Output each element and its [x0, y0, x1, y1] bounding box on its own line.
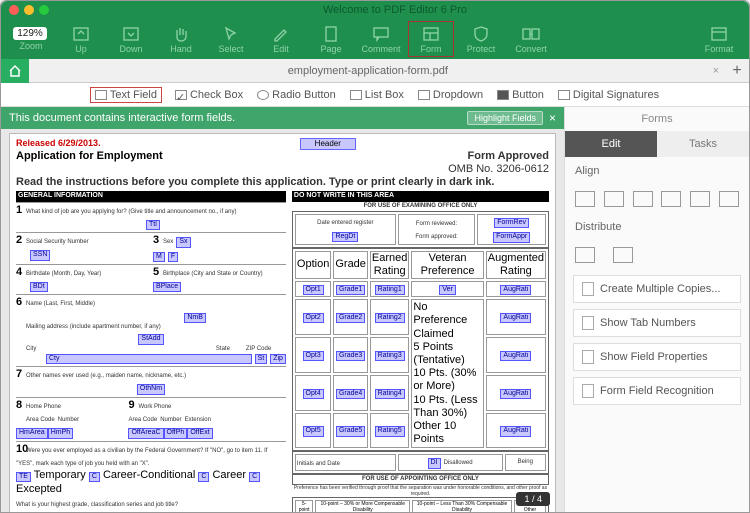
create-copies-item[interactable]: Create Multiple Copies... — [573, 275, 741, 303]
banner-close[interactable]: × — [549, 111, 556, 125]
main-toolbar: 129% Zoom Up Down Hand Select Edit Page … — [1, 19, 749, 59]
edit-tool[interactable]: Edit — [257, 20, 305, 58]
header-field[interactable]: Header — [300, 138, 356, 150]
page-indicator: 1 / 4 — [516, 492, 550, 506]
align-label: Align — [565, 157, 749, 185]
tab-bar: employment-application-form.pdf × + — [1, 59, 749, 83]
comment-tool[interactable]: Comment — [357, 20, 405, 58]
select-tool[interactable]: Select — [207, 20, 255, 58]
document-tab[interactable]: employment-application-form.pdf — [29, 65, 707, 77]
convert-tool[interactable]: Convert — [507, 20, 555, 58]
up-tool[interactable]: Up — [57, 20, 105, 58]
align-middle-icon[interactable] — [690, 191, 710, 207]
close-window[interactable] — [9, 5, 19, 15]
protect-tool[interactable]: Protect — [457, 20, 505, 58]
numbers-icon — [582, 316, 594, 330]
text-field-icon — [95, 90, 107, 100]
distribute-h-icon[interactable] — [575, 247, 595, 263]
document-canvas[interactable]: Released 6/29/2013. Header Application f… — [1, 129, 564, 512]
released-date: Released 6/29/2013. — [16, 138, 101, 149]
align-left-icon[interactable] — [575, 191, 595, 207]
align-right-icon[interactable] — [633, 191, 653, 207]
radio-icon — [257, 90, 269, 100]
distribute-label: Distribute — [565, 213, 749, 241]
checkbox-icon: ✓ — [175, 90, 187, 100]
page-tool[interactable]: Page — [307, 20, 355, 58]
side-title: Forms — [565, 107, 749, 131]
signature-icon — [558, 90, 570, 100]
properties-icon — [582, 350, 594, 364]
doc-title: Application for Employment — [16, 150, 163, 176]
hand-tool[interactable]: Hand — [157, 20, 205, 58]
side-panel: Forms Edit Tasks Align Distribute Create… — [564, 107, 749, 512]
dropdown-icon — [418, 90, 430, 100]
tasks-tab[interactable]: Tasks — [657, 131, 749, 157]
text-field-type[interactable]: Text Field — [91, 88, 161, 102]
highlight-fields-button[interactable]: Highlight Fields — [467, 111, 543, 125]
button-icon — [497, 90, 509, 100]
button-type[interactable]: Button — [497, 89, 544, 101]
format-tool[interactable]: Format — [695, 20, 743, 58]
field-recognition-item[interactable]: Form Field Recognition — [573, 377, 741, 405]
form-tool[interactable]: Form — [407, 20, 455, 58]
list-icon — [350, 90, 362, 100]
show-tab-numbers-item[interactable]: Show Tab Numbers — [573, 309, 741, 337]
recognition-icon — [582, 384, 594, 398]
distribute-v-icon[interactable] — [613, 247, 633, 263]
zoom-value[interactable]: 129% — [13, 27, 47, 40]
down-tool[interactable]: Down — [107, 20, 155, 58]
new-tab[interactable]: + — [725, 62, 749, 80]
maximize-window[interactable] — [39, 5, 49, 15]
zoom-tool[interactable]: 129% Zoom — [7, 20, 55, 58]
listbox-type[interactable]: List Box — [350, 89, 404, 101]
minimize-window[interactable] — [24, 5, 34, 15]
window-title: Welcome to PDF Editor 6 Pro — [49, 4, 741, 16]
align-center-icon[interactable] — [604, 191, 624, 207]
dropdown-type[interactable]: Dropdown — [418, 89, 483, 101]
edit-tab[interactable]: Edit — [565, 131, 657, 157]
signature-type[interactable]: Digital Signatures — [558, 89, 659, 101]
close-tab[interactable]: × — [707, 65, 725, 77]
align-top-icon[interactable] — [661, 191, 681, 207]
titlebar: Welcome to PDF Editor 6 Pro — [1, 1, 749, 19]
copies-icon — [582, 282, 594, 296]
radio-type[interactable]: Radio Button — [257, 89, 336, 101]
checkbox-type[interactable]: ✓Check Box — [175, 89, 243, 101]
show-properties-item[interactable]: Show Field Properties — [573, 343, 741, 371]
align-bottom-icon[interactable] — [719, 191, 739, 207]
form-type-bar: Text Field ✓Check Box Radio Button List … — [1, 83, 749, 107]
home-button[interactable] — [1, 59, 29, 83]
form-banner: This document contains interactive form … — [1, 107, 564, 129]
